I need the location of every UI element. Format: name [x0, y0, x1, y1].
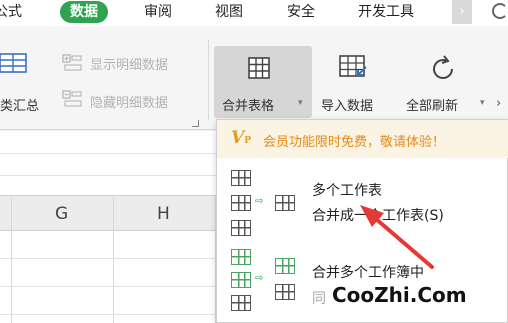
- search-icon[interactable]: [492, 3, 508, 19]
- promo-text: 会员功能限时免费，敬请体验！: [263, 135, 446, 150]
- tab-scroll-right-button[interactable]: ›: [452, 0, 472, 24]
- merge-arrow-icon: ⇨: [255, 196, 264, 207]
- import-data-icon: [339, 55, 367, 77]
- import-data-button[interactable]: 导入数据: [321, 95, 373, 114]
- merged-workbook-icon: [275, 284, 295, 300]
- watermark: CooZhi.Com: [332, 283, 467, 307]
- subtotal-icon: [0, 53, 27, 73]
- column-header-h[interactable]: H: [157, 204, 170, 224]
- merged-workbook-icon: [275, 258, 295, 274]
- grid-row-line: [0, 258, 216, 259]
- grid-column-line: [11, 195, 12, 323]
- grid-row-line: [0, 153, 216, 154]
- vip-icon: VP: [231, 128, 251, 148]
- member-promo-banner[interactable]: VP 会员功能限时免费，敬请体验！: [217, 120, 508, 158]
- workbook-icon: [231, 249, 251, 265]
- hide-detail-button[interactable]: 隐藏明细数据: [90, 92, 168, 111]
- merge-tables-icon: [248, 57, 270, 79]
- ribbon-more-button[interactable]: ›: [496, 96, 501, 111]
- grid-row-line: [0, 314, 216, 315]
- merge-tables-dropdown-caret[interactable]: ▾: [298, 98, 303, 108]
- merge-tables-label: 合并表格: [222, 99, 275, 114]
- merge-arrow-icon: ⇨: [255, 273, 264, 284]
- hide-detail-icon: [62, 90, 82, 107]
- grid-column-line: [113, 195, 114, 323]
- tab-review[interactable]: 审阅: [144, 1, 172, 23]
- tab-security[interactable]: 安全: [287, 1, 315, 23]
- tab-formulas[interactable]: 公式: [0, 1, 22, 23]
- tab-developer-tools[interactable]: 开发工具: [358, 1, 414, 23]
- refresh-all-dropdown-caret[interactable]: ▾: [480, 98, 485, 108]
- sheet-icon: [231, 220, 251, 236]
- tab-data[interactable]: 数据: [60, 1, 108, 23]
- group-dialog-launcher[interactable]: [192, 120, 199, 127]
- sheet-icon: [231, 170, 251, 186]
- workbook-icon: [231, 295, 251, 311]
- tab-view[interactable]: 视图: [215, 1, 243, 23]
- refresh-all-button[interactable]: 全部刷新: [406, 95, 458, 114]
- menu-tab-bar: 公式 数据 审阅 视图 安全 开发工具 ›: [0, 0, 508, 26]
- menu-item-subtitle: 同: [312, 291, 326, 307]
- column-header-g[interactable]: G: [55, 204, 68, 224]
- refresh-icon: [433, 55, 453, 79]
- show-detail-button[interactable]: 显示明细数据: [90, 54, 168, 73]
- subtotal-button[interactable]: 类汇总: [0, 95, 39, 114]
- merged-sheet-icon: [275, 195, 295, 211]
- annotation-arrow: [360, 205, 434, 269]
- show-detail-icon: [62, 54, 82, 71]
- grid-row-line: [0, 286, 216, 287]
- sheet-icon: [231, 195, 251, 211]
- group-divider: [208, 40, 209, 120]
- workbook-icon: [231, 272, 251, 288]
- ribbon-toolbar: 类汇总 显示明细数据 隐藏明细数据 合并表格 ▾ 导入数据 全部刷新 ▾ ›: [0, 26, 508, 130]
- grid-row-line: [0, 175, 216, 176]
